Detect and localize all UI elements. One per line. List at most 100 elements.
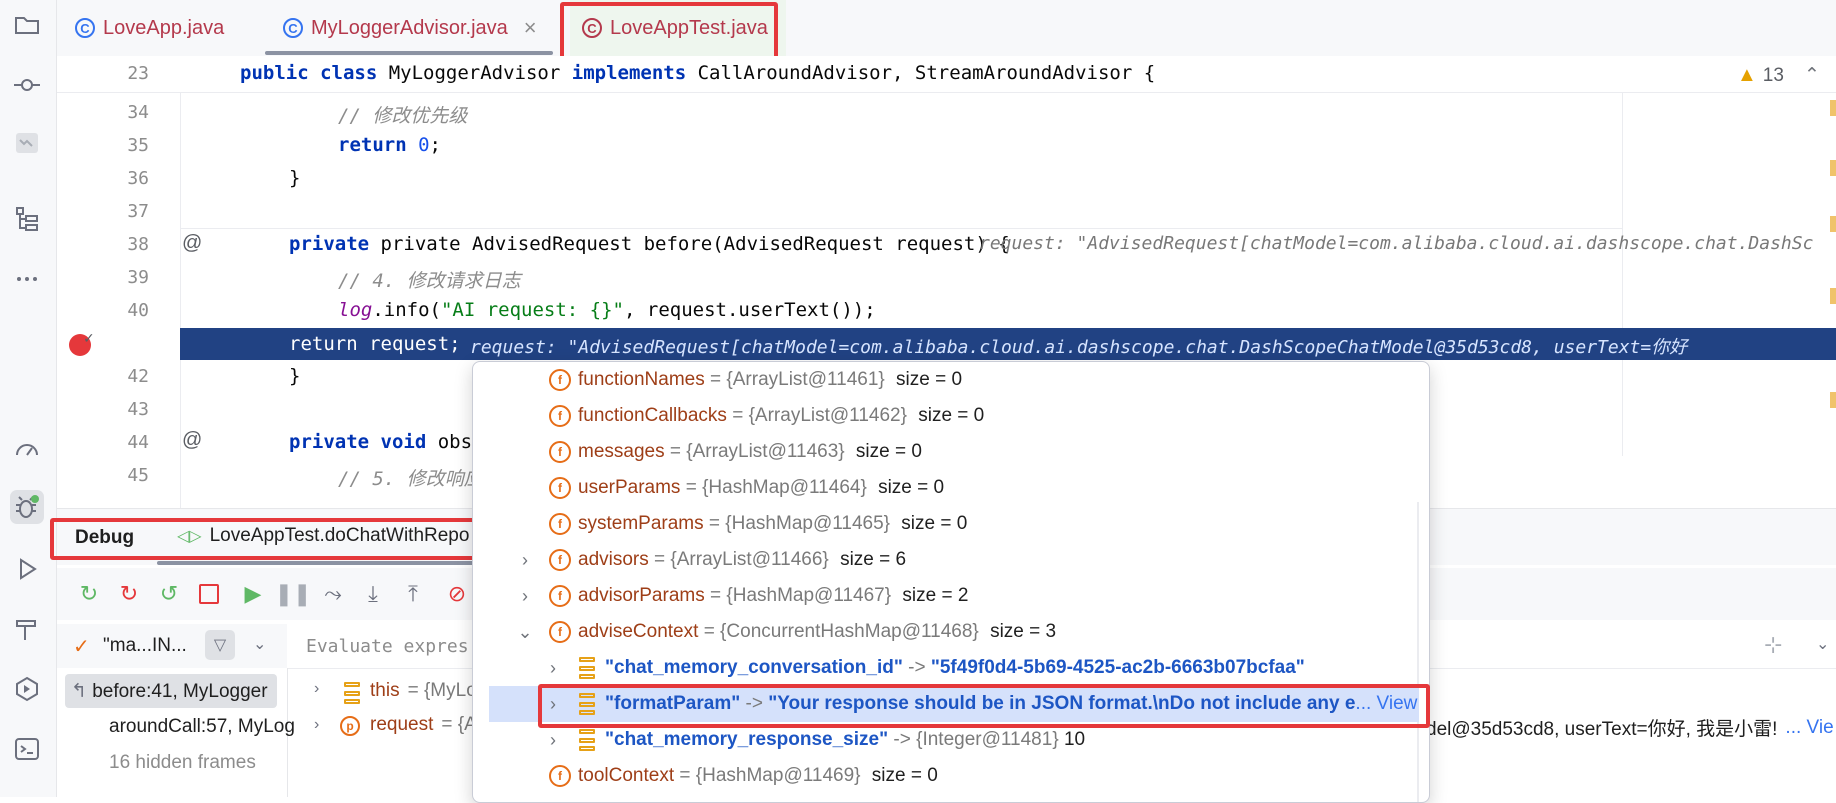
- stop-icon[interactable]: [193, 578, 225, 610]
- rerun-icon[interactable]: ↻: [73, 578, 105, 610]
- tree-row[interactable]: f toolContext = {HashMap@11469} size = 0: [473, 758, 1423, 794]
- add-watch-icon[interactable]: ⊹: [1764, 632, 1782, 658]
- map-entry-row[interactable]: › "chat_memory_conversation_id" -> "5f49…: [473, 650, 1423, 686]
- resume-icon[interactable]: ▶: [237, 578, 269, 610]
- class-icon: C: [75, 18, 95, 38]
- warnings-indicator[interactable]: ▲ 13 ⌃: [1737, 64, 1820, 87]
- checkmark-icon: ✓: [73, 636, 90, 658]
- tree-row[interactable]: f systemParams = {HashMap@11465} size = …: [473, 506, 1423, 542]
- tree-row[interactable]: f userParams = {HashMap@11464} size = 0: [473, 470, 1423, 506]
- pause-icon[interactable]: ❚❚: [275, 578, 312, 610]
- var-request[interactable]: request = {A: [370, 714, 477, 736]
- line-number: 43: [127, 399, 149, 420]
- build-hammer-icon[interactable]: [10, 612, 44, 646]
- scroll-marker[interactable]: [1830, 100, 1836, 116]
- tree-row[interactable]: f messages = {ArrayList@11463} size = 0: [473, 434, 1423, 470]
- highlight-box-tab: [560, 2, 778, 62]
- view-breakpoints-icon[interactable]: ⊘: [441, 578, 473, 610]
- scroll-marker[interactable]: [1830, 160, 1836, 176]
- chevron-down-icon[interactable]: ⌄: [1816, 634, 1829, 654]
- tab-label: MyLoggerAdvisor.java: [311, 16, 508, 39]
- highlight-box-formatparam: [538, 684, 1430, 728]
- step-over-icon[interactable]: ⤳: [317, 578, 349, 610]
- highlight-box-debug: [50, 518, 488, 560]
- hidden-frames-link[interactable]: 16 hidden frames: [109, 752, 256, 774]
- chevron-up-icon[interactable]: ⌃: [1804, 64, 1820, 87]
- line-number: 40: [127, 300, 149, 321]
- override-at-icon[interactable]: @: [182, 429, 202, 452]
- tab-loveapp[interactable]: C LoveApp.java: [75, 0, 224, 56]
- map-entry-icon: [579, 729, 595, 751]
- evaluate-expression-input[interactable]: Evaluate expres: [306, 636, 469, 657]
- tree-row[interactable]: › f advisors = {ArrayList@11466} size = …: [473, 542, 1423, 578]
- structure-icon[interactable]: [10, 202, 44, 236]
- chevron-down-icon[interactable]: ⌄: [517, 622, 533, 643]
- tree-row[interactable]: › f advisorParams = {HashMap@11467} size…: [473, 578, 1423, 614]
- line-number: 45: [127, 465, 149, 486]
- step-out-icon[interactable]: ⤒: [397, 578, 429, 610]
- tab-myloggeradvisor[interactable]: C MyLoggerAdvisor.java ×: [283, 0, 537, 56]
- chevron-right-icon[interactable]: ›: [545, 730, 561, 751]
- tree-row[interactable]: ⌄ f adviseContext = {ConcurrentHashMap@1…: [473, 614, 1423, 650]
- line-number: 37: [127, 201, 149, 222]
- code-return: return 0;: [338, 134, 441, 156]
- field-icon: f: [549, 513, 571, 535]
- inline-debug-hint: request: "AdvisedRequest[chatModel=com.a…: [470, 337, 1688, 358]
- chevron-right-icon[interactable]: ›: [314, 716, 319, 734]
- frame-item[interactable]: aroundCall:57, MyLog: [109, 716, 295, 738]
- code-return-request: return request;: [289, 333, 461, 355]
- gutter-divider: [180, 92, 181, 508]
- var-this[interactable]: this = {MyLo: [370, 680, 477, 702]
- close-tab-icon[interactable]: ×: [524, 15, 537, 41]
- checkmark-icon: ✓: [83, 330, 95, 346]
- code-comment: // 4. 修改请求日志: [338, 270, 521, 292]
- chevron-right-icon[interactable]: ›: [314, 680, 319, 698]
- terminal-icon[interactable]: [10, 732, 44, 766]
- scroll-marker[interactable]: [1830, 288, 1836, 304]
- parameter-icon: p: [340, 716, 360, 736]
- profiler-icon[interactable]: [10, 432, 44, 466]
- thread-selector[interactable]: ✓ "ma...IN... ▽ ⌄: [57, 624, 287, 668]
- filter-icon[interactable]: ▽: [205, 630, 235, 660]
- debug-tool-icon[interactable]: [10, 490, 44, 524]
- chevron-right-icon[interactable]: ›: [517, 550, 533, 571]
- services-icon[interactable]: [10, 672, 44, 706]
- line-number: 44: [127, 432, 149, 453]
- image-viewer-icon[interactable]: [10, 126, 44, 160]
- chevron-down-icon[interactable]: ⌄: [253, 634, 266, 654]
- rerun-failed-icon[interactable]: ↻: [113, 578, 145, 610]
- thread-label: "ma...IN...: [103, 635, 187, 656]
- active-tab-underline: [265, 51, 553, 55]
- chevron-right-icon[interactable]: ›: [517, 586, 533, 607]
- chevron-right-icon[interactable]: ›: [545, 658, 561, 679]
- field-icon: f: [549, 621, 571, 643]
- project-folder-icon[interactable]: [10, 8, 44, 42]
- code-log-call: log.info("AI request: {}", request.userT…: [338, 299, 876, 321]
- code-method-signature: private private AdvisedRequest before(Ad…: [289, 233, 1010, 255]
- sticky-header: 23 public class MyLoggerAdvisor implemen…: [57, 56, 1836, 93]
- field-icon: f: [549, 585, 571, 607]
- commit-icon[interactable]: [10, 68, 44, 102]
- scroll-marker[interactable]: [1830, 392, 1836, 408]
- method-separator: [180, 228, 1622, 229]
- field-icon: f: [549, 405, 571, 427]
- scroll-marker[interactable]: [1830, 216, 1836, 232]
- debug-value-popup[interactable]: f functionNames = {ArrayList@11461} size…: [472, 361, 1430, 803]
- warning-icon: ▲: [1737, 64, 1757, 86]
- class-icon: C: [283, 18, 303, 38]
- line-number: 42: [127, 366, 149, 387]
- run-icon[interactable]: [10, 552, 44, 586]
- code-comment: // 修改优先级: [338, 105, 468, 127]
- frames-list: ↰ before:41, MyLogger aroundCall:57, MyL…: [57, 668, 295, 797]
- override-at-icon[interactable]: @: [182, 232, 202, 255]
- step-into-icon[interactable]: ⤓: [357, 578, 389, 610]
- frame-item[interactable]: ↰ before:41, MyLogger: [71, 680, 268, 703]
- view-link[interactable]: ... Vie: [1785, 717, 1833, 739]
- request-value-tail: del@35d53cd8, userText=你好, 我是小雷!... Vie: [1426, 716, 1834, 741]
- more-tools-icon[interactable]: [10, 262, 44, 296]
- tree-row[interactable]: f functionNames = {ArrayList@11461} size…: [473, 362, 1423, 398]
- field-stack-icon: [344, 682, 360, 704]
- tree-row[interactable]: f functionCallbacks = {ArrayList@11462} …: [473, 398, 1423, 434]
- field-icon: f: [549, 477, 571, 499]
- restart-icon[interactable]: ↺: [153, 578, 185, 610]
